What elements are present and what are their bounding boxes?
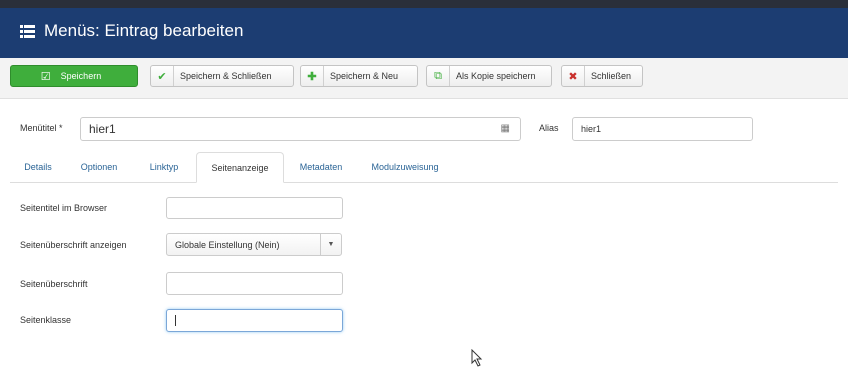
tab-module-assignment[interactable]: Modulzuweisung xyxy=(358,152,452,182)
browser-title-input[interactable] xyxy=(166,197,343,219)
chevron-down-icon: ▼ xyxy=(320,234,341,255)
tab-details[interactable]: Details xyxy=(10,152,66,182)
menutitle-input[interactable]: hier1 ▦ xyxy=(80,117,521,141)
page-title: Menüs: Eintrag bearbeiten xyxy=(44,21,244,40)
plus-icon: ✚ xyxy=(301,66,324,86)
close-button[interactable]: ✖ Schließen xyxy=(561,65,643,87)
toolbar: ☑ Speichern ✔ Speichern & Schließen ✚ Sp… xyxy=(0,58,848,99)
alias-label: Alias xyxy=(539,123,559,133)
show-heading-select[interactable]: Globale Einstellung (Nein) ▼ xyxy=(166,233,342,256)
save-new-button[interactable]: ✚ Speichern & Neu xyxy=(300,65,418,87)
text-caret xyxy=(175,315,176,326)
list-menu-icon xyxy=(20,25,35,39)
check-icon: ✔ xyxy=(151,66,174,86)
tab-linktype[interactable]: Linktyp xyxy=(132,152,196,182)
language-strings-icon[interactable]: ▦ xyxy=(501,123,510,134)
show-heading-label: Seitenüberschrift anzeigen xyxy=(20,240,127,250)
alias-input[interactable]: hier1 xyxy=(572,117,753,141)
tab-metadata[interactable]: Metadaten xyxy=(284,152,358,182)
heading-input[interactable] xyxy=(166,272,343,295)
pageclass-label: Seitenklasse xyxy=(20,315,72,325)
save-icon: ☑ xyxy=(40,70,51,83)
save-button[interactable]: ☑ Speichern xyxy=(10,65,138,87)
menutitle-label: Menütitel * xyxy=(20,123,63,133)
tab-bar: Details Optionen Linktyp Seitenanzeige M… xyxy=(10,152,838,183)
save-close-button[interactable]: ✔ Speichern & Schließen xyxy=(150,65,294,87)
window-top-strip xyxy=(0,0,848,8)
mouse-pointer-icon xyxy=(471,349,483,367)
browser-title-label: Seitentitel im Browser xyxy=(20,203,108,213)
close-circle-icon: ✖ xyxy=(562,66,585,86)
pageclass-input[interactable] xyxy=(166,309,343,332)
save-copy-button[interactable]: ⧉ Als Kopie speichern xyxy=(426,65,552,87)
copy-icon: ⧉ xyxy=(427,66,450,86)
page-header: Menüs: Eintrag bearbeiten xyxy=(0,8,848,58)
tab-options[interactable]: Optionen xyxy=(66,152,132,182)
tab-page-display[interactable]: Seitenanzeige xyxy=(196,152,284,183)
heading-label: Seitenüberschrift xyxy=(20,279,88,289)
main-content xyxy=(0,99,848,387)
